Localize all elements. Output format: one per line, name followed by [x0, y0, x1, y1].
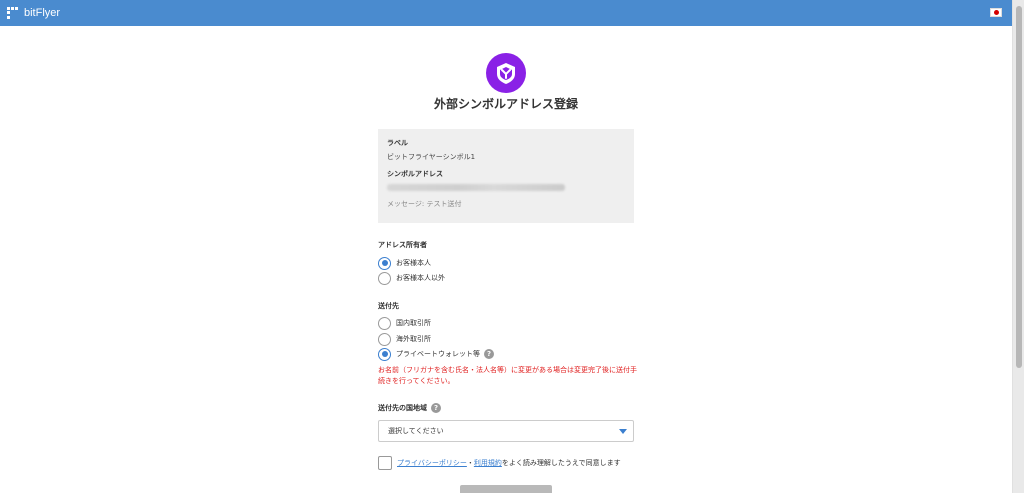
label-title: ラベル — [387, 139, 408, 147]
radio-unchecked-icon[interactable] — [378, 332, 391, 346]
destination-option-domestic[interactable]: 国内取引所 — [378, 316, 431, 330]
symbol-logo-icon — [486, 53, 526, 93]
page-title: 外部シンボルアドレス登録 — [433, 97, 578, 111]
scrollbar-thumb[interactable] — [1016, 6, 1022, 368]
brand-name: bitFlyer — [24, 7, 61, 19]
radio-unchecked-icon[interactable] — [378, 316, 391, 330]
destination-option-label: プライベートウォレット等 — [396, 350, 480, 358]
country-select-value: 選択してください — [388, 427, 444, 435]
brand-logo[interactable]: bitFlyer — [7, 7, 60, 19]
chevron-down-icon — [619, 429, 627, 434]
owner-option-label: お客様本人以外 — [396, 274, 445, 282]
terms-link[interactable]: 利用規約 — [474, 459, 502, 467]
submit-button[interactable] — [460, 485, 552, 493]
owner-option-other[interactable]: お客様本人以外 — [378, 271, 445, 285]
radio-checked-icon[interactable] — [378, 347, 391, 361]
main-content: 外部シンボルアドレス登録 ラベル ビットフライヤーシンボル1 シンボルアドレス … — [0, 26, 1012, 493]
help-icon[interactable]: ? — [431, 403, 441, 413]
consent-separator: ・ — [466, 459, 474, 467]
bitflyer-logo-icon — [7, 7, 19, 19]
privacy-policy-link[interactable]: プライバシーポリシー — [397, 459, 467, 467]
destination-option-label: 国内取引所 — [396, 319, 431, 327]
radio-checked-icon[interactable] — [378, 256, 391, 270]
destination-option-private-wallet[interactable]: プライベートウォレット等 ? — [378, 347, 494, 361]
destination-section-title: 送付先 — [378, 302, 399, 310]
address-title: シンボルアドレス — [387, 170, 443, 178]
japan-flag-icon[interactable] — [990, 8, 1002, 17]
help-icon[interactable]: ? — [484, 349, 494, 359]
address-value-blurred — [387, 184, 565, 191]
message-text: メッセージ: テスト送付 — [387, 200, 462, 208]
address-info-card: ラベル ビットフライヤーシンボル1 シンボルアドレス メッセージ: テスト送付 — [378, 129, 634, 223]
owner-option-self[interactable]: お客様本人 — [378, 256, 431, 270]
owner-section-title: アドレス所有者 — [378, 241, 427, 249]
destination-option-overseas[interactable]: 海外取引所 — [378, 332, 431, 346]
consent-text: プライバシーポリシー・利用規約をよく読み理解したうえで同意します — [397, 458, 621, 468]
top-header: bitFlyer — [0, 0, 1012, 26]
country-title-text: 送付先の国地域 — [378, 404, 427, 412]
country-section-title: 送付先の国地域 ? — [378, 403, 441, 413]
consent-rest: をよく読み理解したうえで同意します — [501, 459, 621, 467]
owner-option-label: お客様本人 — [396, 259, 431, 267]
consent-checkbox[interactable] — [378, 456, 392, 470]
destination-option-label: 海外取引所 — [396, 335, 431, 343]
scrollbar[interactable] — [1012, 0, 1024, 493]
radio-unchecked-icon[interactable] — [378, 271, 391, 285]
country-select[interactable]: 選択してください — [378, 420, 634, 442]
label-value: ビットフライヤーシンボル1 — [387, 153, 476, 161]
warning-text: お名前（フリガナを含む氏名・法人名等）に変更がある場合は変更完了後に送付手続きを… — [378, 366, 637, 385]
consent-row: プライバシーポリシー・利用規約をよく読み理解したうえで同意します — [378, 456, 621, 470]
